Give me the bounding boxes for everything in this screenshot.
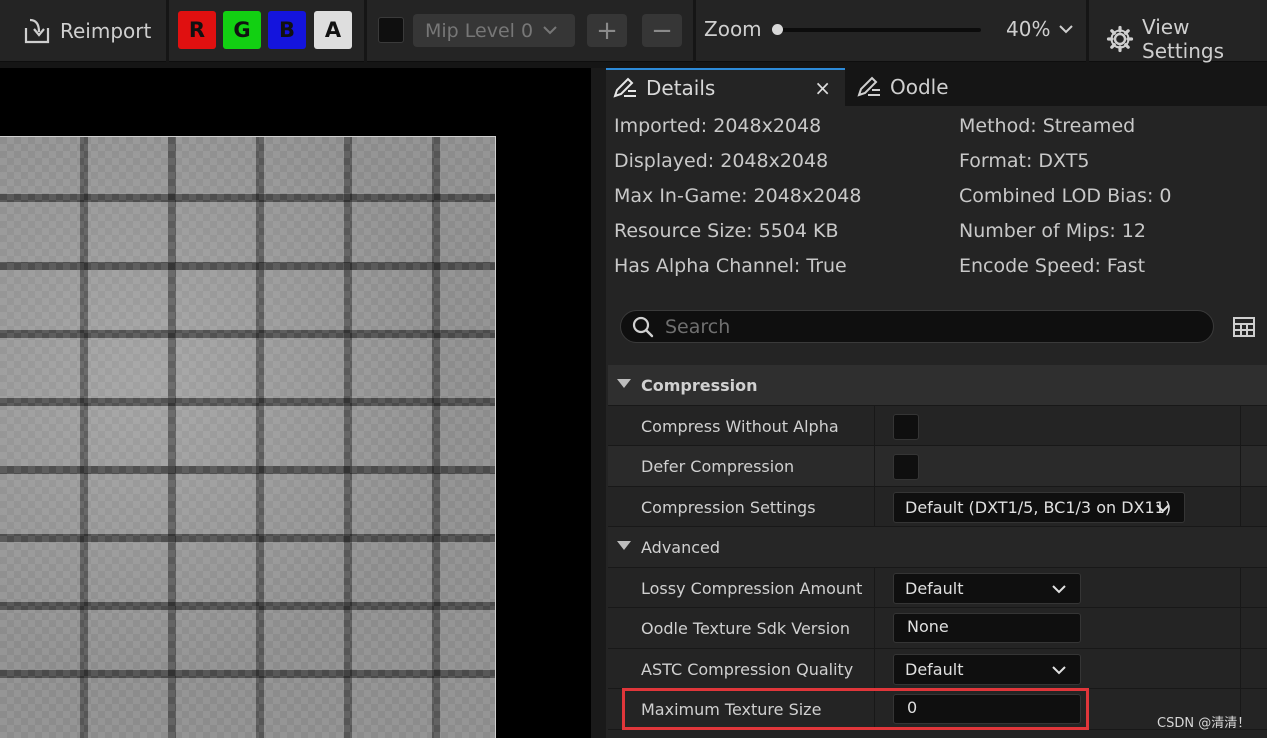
info-lod-bias: Combined LOD Bias: 0 bbox=[959, 185, 1172, 207]
details-panel: Details × Oodle Imported: 2048x2048 Disp… bbox=[606, 68, 1267, 738]
property-label: Oodle Texture Sdk Version bbox=[641, 619, 851, 638]
compress-without-alpha-checkbox[interactable] bbox=[893, 413, 919, 440]
dropdown-value: Default bbox=[905, 659, 964, 679]
tab-oodle-label: Oodle bbox=[890, 75, 949, 99]
search-icon bbox=[631, 315, 655, 339]
channel-g-button[interactable]: G bbox=[223, 11, 261, 49]
category-label: Compression bbox=[641, 376, 758, 395]
gear-icon bbox=[1106, 25, 1134, 53]
zoom-label: Zoom bbox=[704, 17, 762, 41]
property-list: Compression Compress Without Alpha Defer… bbox=[608, 365, 1267, 730]
panel-splitter[interactable] bbox=[591, 68, 606, 738]
texture-preview bbox=[0, 136, 496, 738]
max-texture-size-field[interactable]: 0 bbox=[893, 694, 1081, 724]
pencil-list-icon bbox=[612, 76, 638, 100]
property-row: Oodle Texture Sdk Version None bbox=[608, 608, 1267, 649]
zoom-value: 40% bbox=[1006, 17, 1051, 41]
reimport-icon bbox=[22, 16, 52, 46]
mip-decrease-button[interactable]: − bbox=[642, 14, 682, 47]
oodle-sdk-version-field[interactable]: None bbox=[893, 613, 1081, 643]
property-matrix-icon[interactable] bbox=[1232, 315, 1256, 343]
tab-details[interactable]: Details × bbox=[606, 68, 845, 106]
mip-level-dropdown[interactable]: Mip Level 0 bbox=[413, 14, 575, 47]
reimport-button[interactable]: Reimport bbox=[22, 0, 151, 62]
chevron-down-icon bbox=[541, 20, 559, 45]
reimport-label: Reimport bbox=[60, 19, 152, 43]
property-row: Compression Settings Default (DXT1/5, BC… bbox=[608, 486, 1267, 527]
info-max-in-game: Max In-Game: 2048x2048 bbox=[614, 185, 862, 207]
info-imported: Imported: 2048x2048 bbox=[614, 115, 822, 137]
search-placeholder: Search bbox=[665, 315, 731, 338]
property-label: Compress Without Alpha bbox=[641, 416, 839, 436]
toolbar: Reimport R G B A Mip Level 0 + − Zoom 40… bbox=[0, 0, 1267, 63]
chevron-down-icon bbox=[1051, 661, 1067, 683]
info-num-mips: Number of Mips: 12 bbox=[959, 220, 1146, 242]
zoom-slider-handle[interactable] bbox=[772, 24, 783, 35]
mip-increase-button[interactable]: + bbox=[587, 14, 627, 47]
info-displayed: Displayed: 2048x2048 bbox=[614, 150, 829, 172]
info-encode-speed: Encode Speed: Fast bbox=[959, 255, 1146, 277]
category-compression[interactable]: Compression bbox=[608, 365, 1267, 406]
chevron-down-icon bbox=[1058, 19, 1074, 39]
astc-quality-dropdown[interactable]: Default bbox=[893, 653, 1081, 685]
channel-r-button[interactable]: R bbox=[178, 11, 216, 49]
mip-toggle-checkbox[interactable] bbox=[378, 17, 404, 43]
property-label: Lossy Compression Amount bbox=[641, 578, 863, 598]
toolbar-separator bbox=[166, 0, 169, 62]
tab-details-label: Details bbox=[646, 76, 716, 100]
view-settings-button[interactable]: View Settings bbox=[1106, 15, 1267, 63]
toolbar-separator bbox=[693, 0, 696, 62]
toolbar-separator bbox=[364, 0, 367, 62]
info-resource-size: Resource Size: 5504 KB bbox=[614, 220, 839, 242]
compression-settings-dropdown[interactable]: Default (DXT1/5, BC1/3 on DX11) bbox=[893, 491, 1185, 523]
channel-a-button[interactable]: A bbox=[314, 11, 352, 49]
zoom-value-dropdown[interactable]: 40% bbox=[1006, 17, 1074, 41]
property-row: Compress Without Alpha bbox=[608, 405, 1267, 446]
info-method: Method: Streamed bbox=[959, 115, 1136, 137]
property-label: ASTC Compression Quality bbox=[641, 659, 854, 679]
property-label: Defer Compression bbox=[641, 457, 795, 476]
category-label: Advanced bbox=[641, 538, 721, 557]
property-label: Maximum Texture Size bbox=[641, 700, 822, 719]
mip-level-label: Mip Level 0 bbox=[425, 19, 534, 42]
info-format: Format: DXT5 bbox=[959, 150, 1090, 172]
defer-compression-checkbox[interactable] bbox=[893, 454, 919, 480]
pencil-list-icon bbox=[856, 75, 882, 99]
view-settings-label: View Settings bbox=[1142, 15, 1225, 63]
property-row: Lossy Compression Amount Default bbox=[608, 567, 1267, 608]
dropdown-value: Default (DXT1/5, BC1/3 on DX11) bbox=[905, 497, 1172, 517]
caret-down-icon bbox=[617, 541, 631, 550]
info-has-alpha: Has Alpha Channel: True bbox=[614, 255, 847, 277]
chevron-down-icon bbox=[1051, 580, 1067, 602]
chevron-down-icon bbox=[1155, 499, 1171, 521]
channel-b-button[interactable]: B bbox=[268, 11, 306, 49]
dropdown-value: Default bbox=[905, 578, 964, 598]
property-row: ASTC Compression Quality Default bbox=[608, 648, 1267, 689]
lossy-compression-dropdown[interactable]: Default bbox=[893, 572, 1081, 604]
category-advanced[interactable]: Advanced bbox=[608, 527, 1267, 568]
tab-bar: Details × Oodle bbox=[606, 68, 1267, 106]
toolbar-separator bbox=[1086, 0, 1089, 62]
search-input[interactable]: Search bbox=[620, 310, 1214, 343]
zoom-slider-track[interactable] bbox=[775, 28, 981, 32]
tab-oodle[interactable]: Oodle bbox=[856, 68, 949, 106]
watermark: CSDN @清清！ bbox=[1157, 716, 1251, 731]
property-row: Defer Compression bbox=[608, 446, 1267, 487]
close-icon[interactable]: × bbox=[814, 76, 831, 100]
caret-down-icon bbox=[617, 379, 631, 388]
property-label: Compression Settings bbox=[641, 497, 816, 517]
